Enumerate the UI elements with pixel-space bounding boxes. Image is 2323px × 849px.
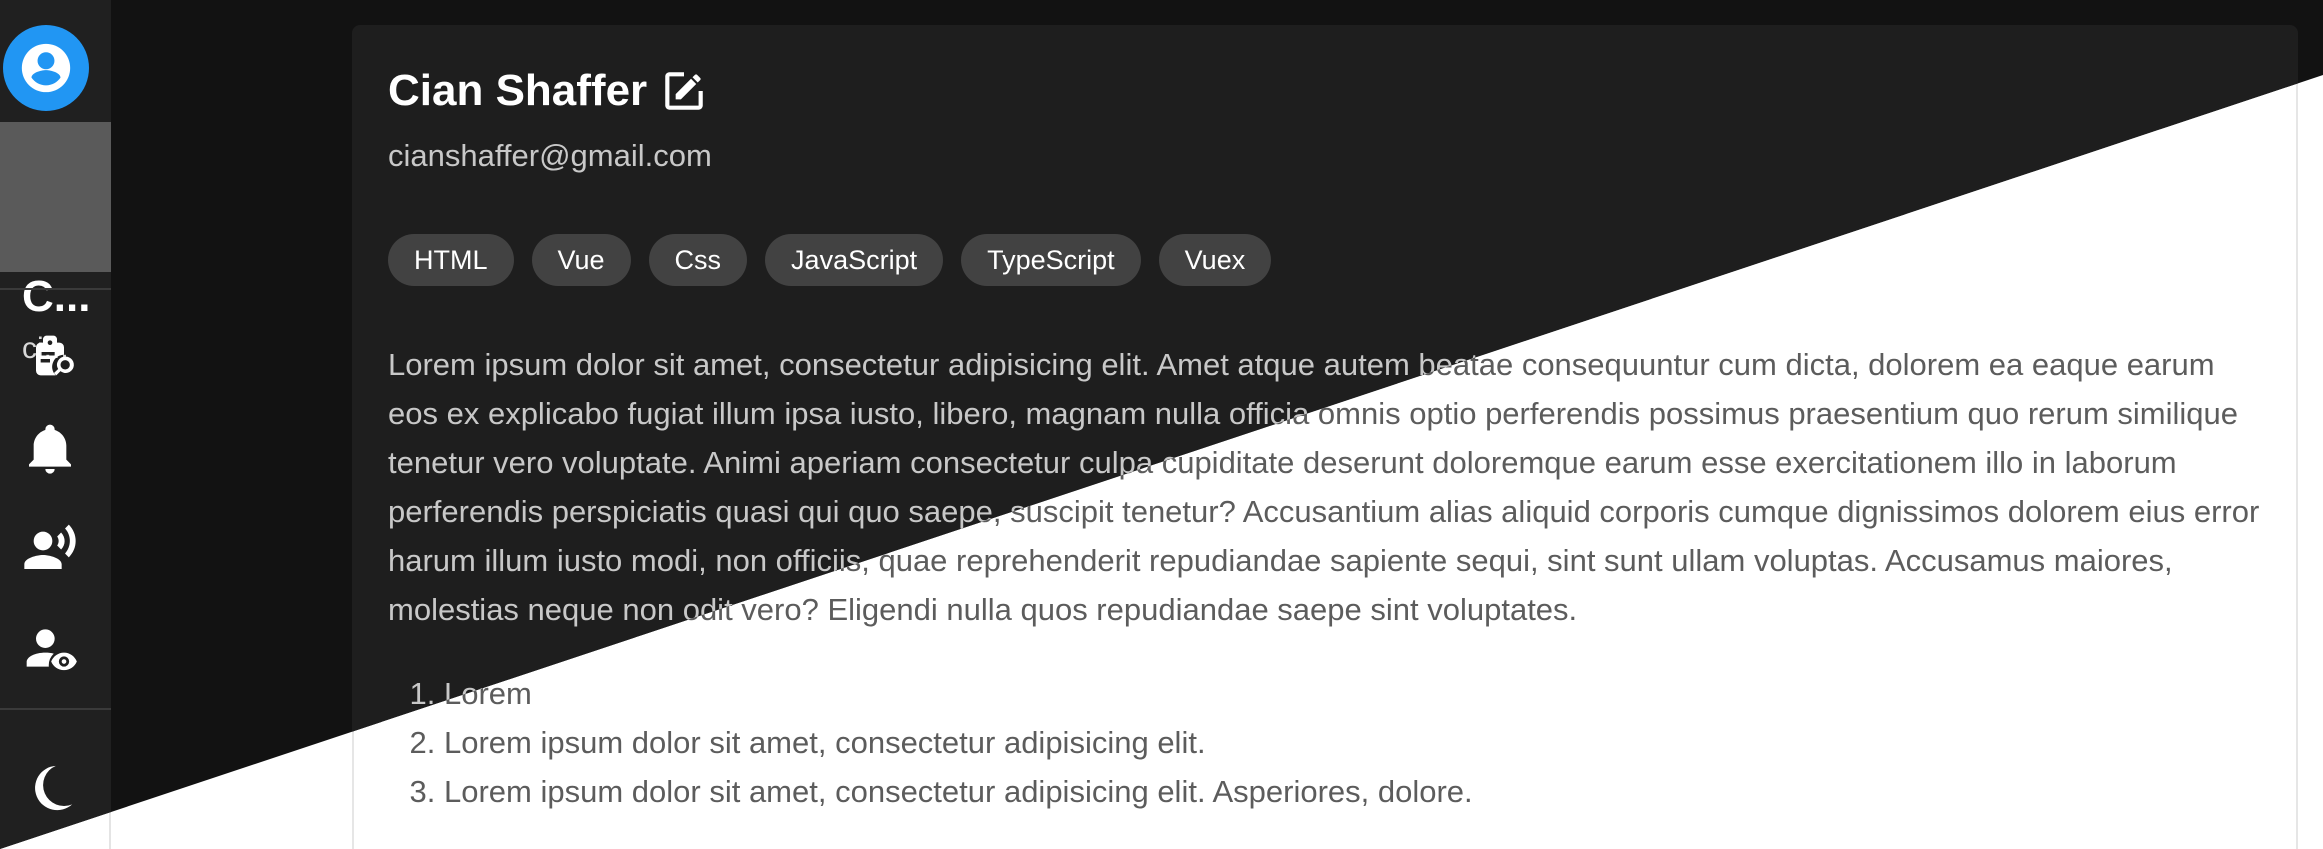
divider <box>0 288 111 290</box>
skill-chip[interactable]: Vuex <box>1158 234 1272 286</box>
list-item: Lorem <box>444 669 2244 718</box>
bell-icon[interactable] <box>22 420 78 476</box>
skill-chip[interactable]: Css <box>648 234 748 286</box>
divider <box>0 708 111 710</box>
account-eye-icon[interactable] <box>22 620 78 676</box>
skill-chip[interactable]: HTML <box>388 234 514 286</box>
skill-chip[interactable]: JavaScript <box>765 234 944 286</box>
edit-icon[interactable] <box>659 66 709 116</box>
skill-chip[interactable]: TypeScript <box>961 234 1141 286</box>
sidebar: C... ci... <box>0 0 111 849</box>
skill-chips: HTML Vue Css JavaScript TypeScript Vuex <box>388 234 1272 286</box>
profile-list: Lorem Lorem ipsum dolor sit amet, consec… <box>388 669 2244 816</box>
skill-chip[interactable]: Vue <box>531 234 631 286</box>
list-item: Lorem ipsum dolor sit amet, consectetur … <box>444 767 2244 816</box>
profile-email: cianshaffer@gmail.com <box>388 138 712 173</box>
account-voice-icon[interactable] <box>22 520 78 576</box>
user-name: C... <box>22 272 91 321</box>
moon-icon[interactable] <box>22 760 78 816</box>
avatar[interactable] <box>3 25 89 111</box>
account-circle-icon <box>21 43 71 93</box>
list-item: Lorem ipsum dolor sit amet, consectetur … <box>444 718 2244 767</box>
profile-name: Cian Shaffer <box>388 66 648 115</box>
profile-header: Cian Shaffer <box>388 66 709 116</box>
user-summary[interactable]: C... ci... <box>0 122 111 365</box>
clipboard-search-icon[interactable] <box>22 324 78 380</box>
